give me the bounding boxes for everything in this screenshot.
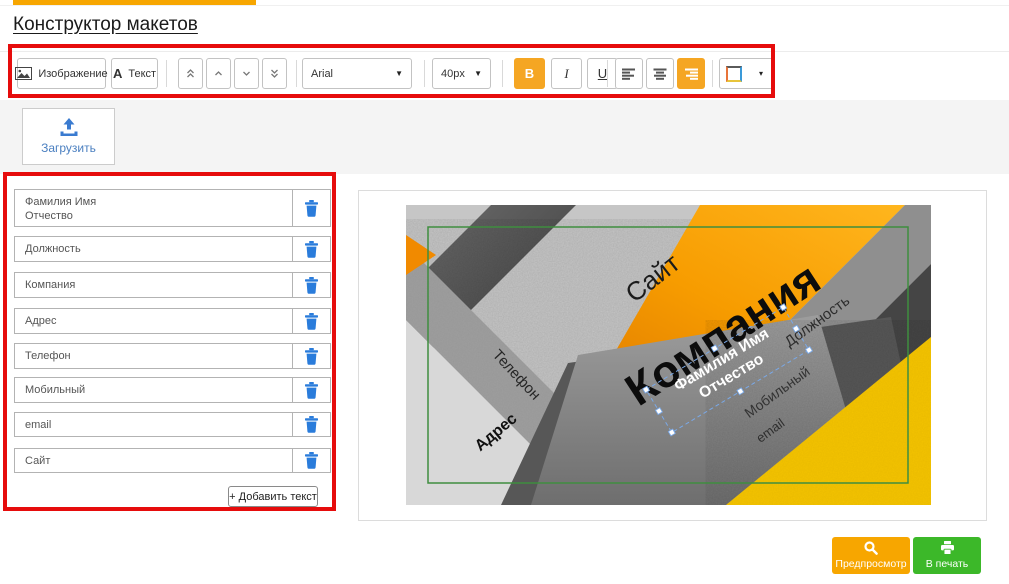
move-to-back-button[interactable] [262,58,287,89]
delete-field-button[interactable] [293,237,330,261]
toolbar-divider [607,60,608,87]
toolbar-divider [712,60,713,87]
align-center-icon [653,68,667,80]
delete-field-button[interactable] [293,378,330,402]
double-chevron-up-icon [185,68,196,79]
toolbar-divider [502,60,503,87]
text-color-button[interactable] [719,58,749,89]
field-row: Должность [14,236,331,262]
font-size-value: 40px [441,68,465,80]
toolbar-divider [166,60,167,87]
upload-label: Загрузить [41,141,96,155]
text-color-dropdown-button[interactable]: ▾ [748,58,775,89]
trash-icon [304,200,319,217]
trash-icon [304,277,319,294]
insert-image-button[interactable]: Изображение [17,58,106,89]
trash-icon [304,382,319,399]
preview-label: Предпросмотр [835,558,906,570]
align-right-button[interactable] [677,58,705,89]
field-input-site[interactable]: Сайт [15,449,293,472]
delete-field-button[interactable] [293,190,330,226]
field-input-position[interactable]: Должность [15,237,293,261]
align-left-icon [622,68,636,80]
delete-field-button[interactable] [293,309,330,333]
delete-field-button[interactable] [293,449,330,472]
chevron-down-icon [241,69,252,78]
toolbar-divider [296,60,297,87]
field-row: Адрес [14,308,331,334]
italic-button[interactable]: I [551,58,582,89]
align-left-button[interactable] [615,58,643,89]
trash-icon [304,241,319,258]
double-chevron-down-icon [269,68,280,79]
add-text-button[interactable]: + Добавить текст [228,486,318,507]
bold-button[interactable]: B [514,58,545,89]
field-row: Телефон [14,343,331,369]
delete-field-button[interactable] [293,413,330,436]
underline-label: U [598,66,607,81]
tab-strip-divider [0,5,1009,6]
field-row: Фамилия Имя Отчество [14,189,331,227]
field-input-name[interactable]: Фамилия Имя Отчество [15,190,293,226]
underline-button[interactable]: U [587,58,618,89]
field-row: Мобильный [14,377,331,403]
delete-field-button[interactable] [293,344,330,368]
printer-icon [940,541,955,555]
field-input-address[interactable]: Адрес [15,309,293,333]
field-input-phone[interactable]: Телефон [15,344,293,368]
letter-a-icon: A [113,66,122,81]
magnifier-icon [864,541,878,555]
delete-field-button[interactable] [293,273,330,297]
upload-button[interactable]: Загрузить [22,108,115,165]
upload-icon [58,118,80,137]
select-caret-icon: ▾ [759,69,763,78]
insert-text-button[interactable]: A Текст [111,58,158,89]
field-input-company[interactable]: Компания [15,273,293,297]
upload-strip [0,100,1009,174]
field-row: Сайт [14,448,331,473]
font-family-value: Arial [311,68,333,80]
trash-icon [304,313,319,330]
layout-designer-app: Конструктор макетов Изображение A Текст … [0,0,1009,584]
field-input-email[interactable]: email [15,413,293,436]
select-caret-icon: ▼ [474,69,482,78]
color-swatch-icon [726,66,742,82]
toolbar-top-divider [0,51,1009,52]
font-family-select[interactable]: Arial ▼ [302,58,412,89]
align-right-icon [684,68,698,80]
italic-label: I [564,66,568,82]
move-to-front-button[interactable] [178,58,203,89]
move-down-button[interactable] [234,58,259,89]
bold-label: B [525,66,534,81]
page-title: Конструктор макетов [13,14,198,36]
trash-icon [304,416,319,433]
business-card-canvas[interactable]: Сайт Компания Должность Телефон Адрес Мо… [406,205,931,505]
print-button[interactable]: В печать [913,537,981,574]
field-input-mobile[interactable]: Мобильный [15,378,293,402]
image-icon [15,67,32,80]
select-caret-icon: ▼ [395,69,403,78]
field-row: Компания [14,272,331,298]
insert-image-label: Изображение [38,68,107,80]
font-size-select[interactable]: 40px ▼ [432,58,491,89]
preview-button[interactable]: Предпросмотр [832,537,910,574]
insert-text-label: Текст [128,68,156,80]
field-row: email [14,412,331,437]
align-center-button[interactable] [646,58,674,89]
chevron-up-icon [213,69,224,78]
toolbar-divider [424,60,425,87]
move-up-button[interactable] [206,58,231,89]
trash-icon [304,348,319,365]
print-label: В печать [926,558,968,570]
trash-icon [304,452,319,469]
